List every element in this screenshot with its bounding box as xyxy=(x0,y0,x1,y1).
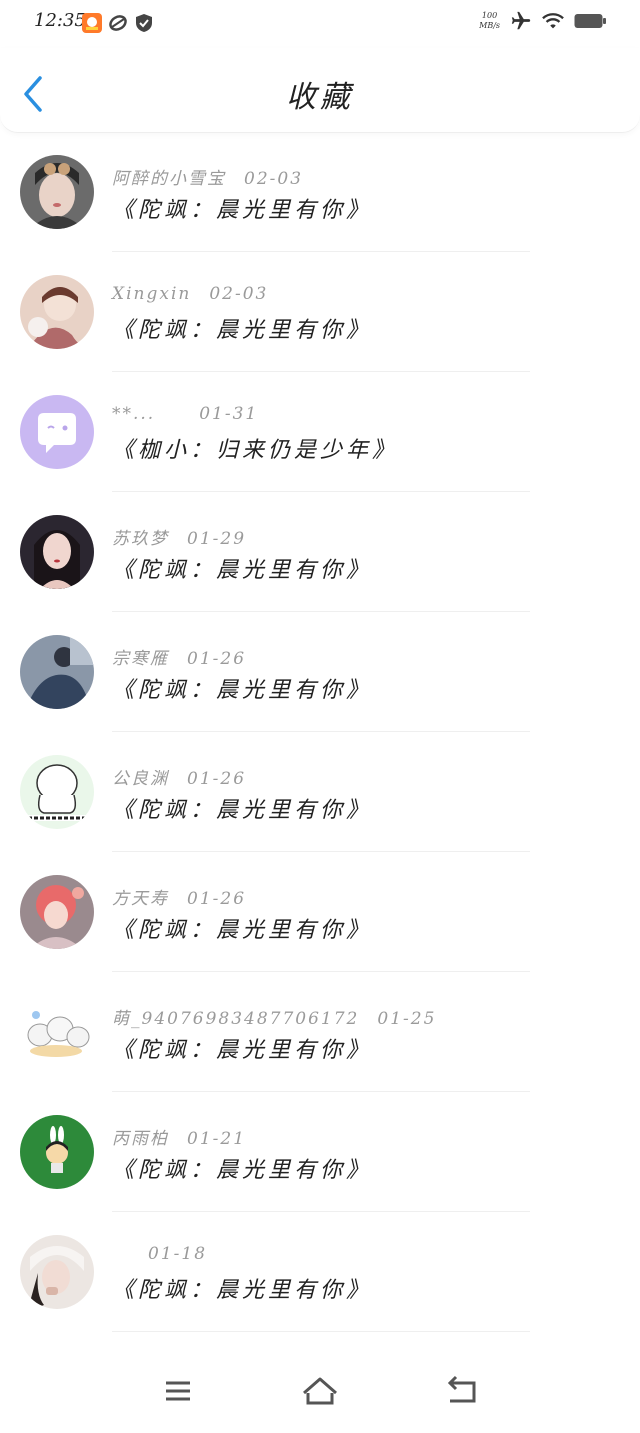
divider xyxy=(112,1331,530,1332)
home-icon[interactable] xyxy=(300,1371,340,1411)
list-item[interactable]: 宗寒雁 01-26 《陀飒：晨光里有你》 xyxy=(0,612,640,732)
item-meta: **... 01-31 xyxy=(112,404,258,424)
list-item[interactable]: 萌_940769834877061​72 01-25 《陀飒：晨光里有你》 xyxy=(0,972,640,1092)
item-title[interactable]: 《陀飒：晨光里有你》 xyxy=(112,912,372,944)
item-title[interactable]: 《陀飒：晨光里有你》 xyxy=(112,792,372,824)
item-title[interactable]: 《陀飒：晨光里有你》 xyxy=(112,1032,372,1064)
page-title: 收藏 xyxy=(286,80,354,115)
item-title[interactable]: 《枷小：归来仍是少年》 xyxy=(112,432,398,464)
item-user: 方天寿 xyxy=(112,889,169,909)
list-item[interactable]: Xingxin 02-03 《陀飒：晨光里有你》 xyxy=(0,252,640,372)
item-title[interactable]: 《陀飒：晨光里有你》 xyxy=(112,192,372,224)
menu-icon[interactable] xyxy=(158,1371,198,1411)
item-meta: 苏玖梦 01-29 xyxy=(112,524,246,549)
avatar[interactable] xyxy=(20,1235,94,1309)
item-date: 02-03 xyxy=(244,169,304,189)
back-nav-icon[interactable] xyxy=(442,1371,482,1411)
item-title[interactable]: 《陀飒：晨光里有你》 xyxy=(112,312,372,344)
item-date: 01-26 xyxy=(187,889,247,909)
favorites-list: 阿醉的小雪宝 02-03 《陀飒：晨光里有你》 Xingxin 02-03 《陀飒：… xyxy=(0,132,640,1332)
item-date: 01-29 xyxy=(187,529,247,549)
item-meta: 公良渊 01-26 xyxy=(112,764,246,789)
item-meta: 阿醉的小雪宝 02-03 xyxy=(112,164,303,189)
network-speed: 100 MB/s xyxy=(479,11,500,30)
shield-icon xyxy=(136,14,152,32)
system-navigation-bar xyxy=(0,1353,640,1433)
item-meta: 方天寿 01-26 xyxy=(112,884,246,909)
avatar[interactable] xyxy=(20,995,94,1069)
list-item[interactable]: 方天寿 01-26 《陀飒：晨光里有你》 xyxy=(0,852,640,972)
item-meta: 丙雨柏 01-21 xyxy=(112,1124,246,1149)
sync-icon xyxy=(109,15,127,31)
avatar[interactable] xyxy=(20,755,94,829)
avatar[interactable] xyxy=(20,275,94,349)
list-item[interactable]: **... 01-31 《枷小：归来仍是少年》 xyxy=(0,372,640,492)
item-title[interactable]: 《陀飒：晨光里有你》 xyxy=(112,672,372,704)
avatar[interactable] xyxy=(20,155,94,229)
item-title[interactable]: 《陀飒：晨光里有你》 xyxy=(112,1272,372,1304)
item-user: 萌_940769834877061​72 xyxy=(112,1009,360,1029)
app-notification-icon xyxy=(82,13,102,33)
item-user: Xingxin xyxy=(112,284,192,304)
item-date: 01-18 xyxy=(148,1244,208,1264)
wifi-icon xyxy=(542,13,564,29)
airplane-mode-icon xyxy=(511,11,531,30)
status-bar: 12:35 100 MB/s xyxy=(0,0,640,48)
item-user: 宗寒雁 xyxy=(112,649,169,669)
list-item[interactable]: 阿醉的小雪宝 02-03 《陀飒：晨光里有你》 xyxy=(0,132,640,252)
item-user: **... xyxy=(112,404,156,424)
item-user: 丙雨柏 xyxy=(112,1129,169,1149)
item-user: 苏玖梦 xyxy=(112,529,169,549)
list-item[interactable]: 丙雨柏 01-21 《陀飒：晨光里有你》 xyxy=(0,1092,640,1212)
item-meta: Xingxin 02-03 xyxy=(112,284,268,304)
item-date: 02-03 xyxy=(209,284,269,304)
chat-bubble-icon[interactable] xyxy=(20,395,94,469)
item-date: 01-31 xyxy=(199,404,259,424)
item-user: 公良渊 xyxy=(112,769,169,789)
list-item[interactable]: 苏玖梦 01-29 《陀飒：晨光里有你》 xyxy=(0,492,640,612)
item-user: 阿醉的小雪宝 xyxy=(112,169,226,189)
item-meta: 宗寒雁 01-26 xyxy=(112,644,246,669)
avatar[interactable] xyxy=(20,1115,94,1189)
avatar[interactable] xyxy=(20,875,94,949)
item-date: 01-21 xyxy=(187,1129,247,1149)
avatar[interactable] xyxy=(20,515,94,589)
item-meta: 01-18 xyxy=(112,1244,207,1264)
list-item[interactable]: 01-18 《陀飒：晨光里有你》 xyxy=(0,1212,640,1332)
item-date: 01-25 xyxy=(377,1009,437,1029)
item-title[interactable]: 《陀飒：晨光里有你》 xyxy=(112,1152,372,1184)
item-date: 01-26 xyxy=(187,769,247,789)
status-time: 12:35 xyxy=(34,10,86,31)
battery-icon xyxy=(574,14,606,28)
avatar[interactable] xyxy=(20,635,94,709)
item-title[interactable]: 《陀飒：晨光里有你》 xyxy=(112,552,372,584)
item-meta: 萌_940769834877061​72 01-25 xyxy=(112,1004,436,1029)
list-item[interactable]: 公良渊 01-26 《陀飒：晨光里有你》 xyxy=(0,732,640,852)
item-date: 01-26 xyxy=(187,649,247,669)
header: 收藏 xyxy=(0,48,640,133)
